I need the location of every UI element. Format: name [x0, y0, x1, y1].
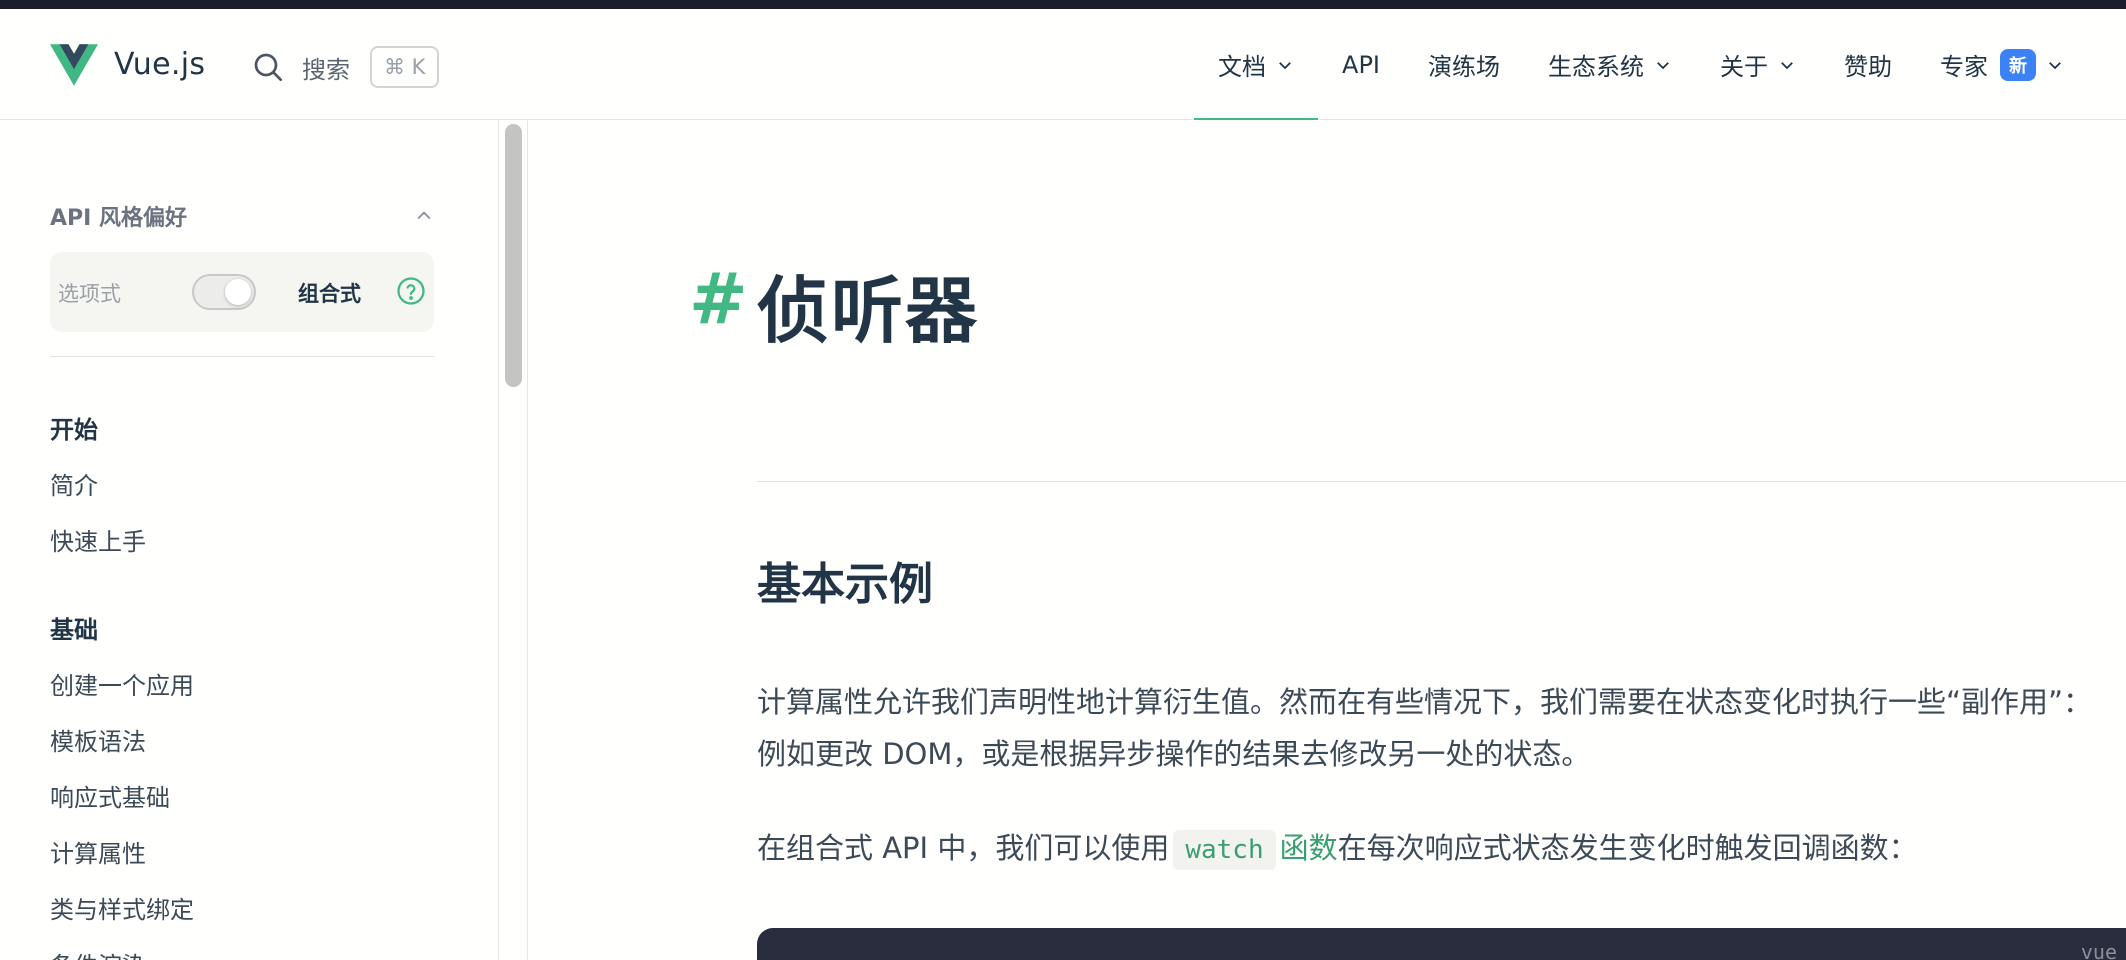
toggle-knob: [225, 279, 251, 305]
api-pref-switch: 选项式 组合式: [50, 252, 434, 332]
question-circle-icon[interactable]: [396, 276, 426, 306]
sidebar-link[interactable]: 条件渲染: [50, 946, 146, 960]
brand-name[interactable]: Vue.js: [114, 47, 205, 82]
sidebar-scrollbar-thumb[interactable]: [505, 124, 522, 387]
nav-experts[interactable]: 专家 新: [1916, 9, 2088, 120]
para-text: 在组合式 API 中，我们可以使用: [757, 831, 1170, 865]
new-badge: 新: [2000, 48, 2036, 81]
main-nav: 文档 API 演练场 生态系统 关于 赞助 专家 新: [1194, 9, 2088, 120]
sidebar-group-title: 开始: [50, 416, 98, 444]
page-title: 侦听器: [757, 269, 980, 353]
sidebar-link[interactable]: 计算属性: [50, 834, 146, 869]
search-button[interactable]: 搜索 ⌘ K: [252, 43, 440, 91]
heading-anchor-link[interactable]: #: [689, 258, 748, 340]
nav-sponsor-label: 赞助: [1844, 53, 1892, 81]
inline-code-watch: watch: [1173, 830, 1276, 870]
search-shortcut-hint: ⌘ K: [370, 46, 440, 88]
watch-paragraph: 在组合式 API 中，我们可以使用 watch 函数在每次响应式状态发生变化时触发回…: [757, 822, 2117, 874]
vue-logo-icon[interactable]: [50, 44, 98, 86]
nav-docs[interactable]: 文档: [1194, 9, 1319, 120]
nav-sponsor[interactable]: 赞助: [1820, 9, 1916, 120]
chevron-down-icon: [1279, 61, 1291, 69]
api-style-toggle[interactable]: [192, 274, 256, 310]
nav-api-label: API: [1342, 50, 1380, 79]
chevron-down-icon: [2049, 61, 2061, 69]
nav-playground[interactable]: 演练场: [1404, 9, 1524, 120]
sidebar-group-title: 基础: [50, 616, 98, 644]
sidebar-divider: [50, 356, 434, 357]
api-pref-options-label[interactable]: 选项式: [58, 278, 121, 308]
api-pref-header[interactable]: API 风格偏好: [50, 198, 434, 234]
search-icon: [254, 53, 282, 81]
search-label: 搜索: [302, 55, 350, 84]
sidebar-link[interactable]: 创建一个应用: [50, 666, 194, 701]
para-text: 在每次响应式状态发生变化时触发回调函数：: [1337, 831, 1918, 865]
nav-ecosystem[interactable]: 生态系统: [1524, 9, 1696, 120]
sidebar-link[interactable]: 简介: [50, 466, 98, 501]
code-language-label: vue: [2080, 940, 2117, 960]
nav-docs-label: 文档: [1218, 53, 1267, 81]
top-strip: [0, 0, 2126, 9]
code-block: vue: [757, 928, 2126, 960]
nav-about[interactable]: 关于: [1696, 9, 1820, 120]
watch-function-link[interactable]: 函数: [1280, 831, 1338, 865]
section-divider: [757, 481, 2126, 482]
sidebar: API 风格偏好 选项式 组合式 开始 简介 快速上手 基础 创建一个应用 模板…: [0, 120, 499, 960]
nav-about-label: 关于: [1720, 53, 1768, 81]
sidebar-link[interactable]: 快速上手: [50, 522, 146, 557]
nav-api[interactable]: API: [1318, 9, 1404, 120]
api-pref-composition-label[interactable]: 组合式: [298, 278, 361, 308]
sidebar-link[interactable]: 类与样式绑定: [50, 890, 194, 925]
nav-playground-label: 演练场: [1428, 53, 1500, 81]
section-title: 基本示例: [757, 559, 933, 610]
chevron-down-icon: [1657, 61, 1669, 69]
api-pref-title: API 风格偏好: [50, 206, 187, 231]
nav-experts-label: 专家: [1940, 53, 1988, 81]
sidebar-link[interactable]: 响应式基础: [50, 778, 170, 813]
nav-ecosystem-label: 生态系统: [1548, 53, 1644, 81]
main-content: # 侦听器 基本示例 计算属性允许我们声明性地计算衍生值。然而在有些情况下，我们…: [529, 120, 2126, 960]
sidebar-link[interactable]: 模板语法: [50, 722, 146, 757]
chevron-up-icon: [417, 211, 431, 220]
chevron-down-icon: [1781, 61, 1793, 69]
intro-paragraph: 计算属性允许我们声明性地计算衍生值。然而在有些情况下，我们需要在状态变化时执行一…: [757, 685, 2093, 771]
